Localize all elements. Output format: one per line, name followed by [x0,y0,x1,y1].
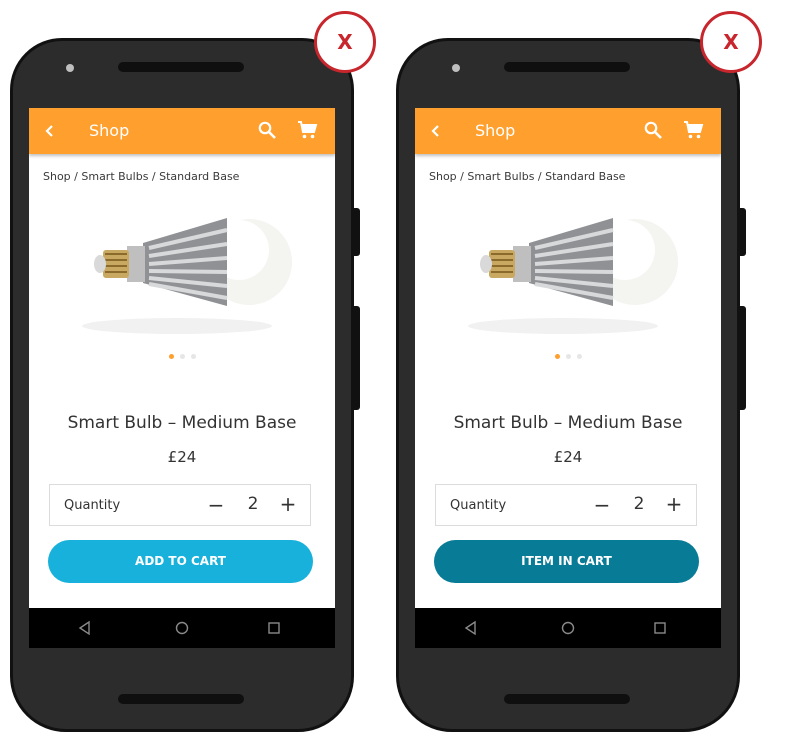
light-bulb-image [468,218,678,334]
app-bar-title: Shop [89,121,130,140]
back-triangle-icon[interactable] [77,620,93,636]
light-bulb-image [82,218,292,334]
app-bar: Shop [415,108,721,154]
increment-button[interactable]: + [278,493,298,515]
quantity-stepper: Quantity − 2 + [49,484,311,526]
speaker-grille [504,62,630,72]
close-button[interactable]: X [700,11,762,73]
android-nav-bar [29,608,335,648]
decrement-button[interactable]: − [592,494,612,516]
product-price: £24 [167,448,197,466]
product-name: Smart Bulb – Medium Base [67,413,297,433]
phone-side-button [354,208,360,256]
shopping-cart-icon[interactable] [683,120,705,140]
increment-button[interactable]: + [664,493,684,515]
quantity-value: 2 [247,494,259,514]
speaker-grille [504,694,630,704]
recents-square-icon[interactable] [652,620,668,636]
home-circle-icon[interactable] [174,620,190,636]
quantity-stepper: Quantity − 2 + [435,484,697,526]
item-in-cart-button[interactable]: ITEM IN CART [434,540,699,583]
camera-icon [452,64,460,72]
back-triangle-icon[interactable] [463,620,479,636]
camera-icon [66,64,74,72]
app-screen: Shop Shop / Smart Bulbs / Standard Base [29,108,335,648]
phone-side-button [354,306,360,410]
carousel-dot[interactable] [566,354,571,359]
chevron-left-icon[interactable] [427,119,443,143]
speaker-grille [118,694,244,704]
android-nav-bar [415,608,721,648]
product-name: Smart Bulb – Medium Base [453,413,683,433]
product-price: £24 [553,448,583,466]
carousel-dot-active[interactable] [555,354,560,359]
carousel-dot[interactable] [577,354,582,359]
search-icon[interactable] [643,120,663,140]
speaker-grille [118,62,244,72]
app-screen: Shop Shop / Smart Bulbs / Standard Base [415,108,721,648]
carousel-dot[interactable] [191,354,196,359]
breadcrumb[interactable]: Shop / Smart Bulbs / Standard Base [429,170,625,183]
app-bar-title: Shop [475,121,516,140]
carousel-dot[interactable] [180,354,185,359]
add-to-cart-button[interactable]: ADD TO CART [48,540,313,583]
app-bar: Shop [29,108,335,154]
quantity-label: Quantity [64,498,121,513]
phone-side-button [740,208,746,256]
chevron-left-icon[interactable] [41,119,57,143]
carousel-dot-active[interactable] [169,354,174,359]
search-icon[interactable] [257,120,277,140]
recents-square-icon[interactable] [266,620,282,636]
home-circle-icon[interactable] [560,620,576,636]
quantity-value: 2 [633,494,645,514]
breadcrumb[interactable]: Shop / Smart Bulbs / Standard Base [43,170,239,183]
quantity-label: Quantity [450,498,507,513]
close-button[interactable]: X [314,11,376,73]
phone-side-button [740,306,746,410]
shopping-cart-icon[interactable] [297,120,319,140]
phone-mockup-left: Shop Shop / Smart Bulbs / Standard Base [10,38,360,732]
phone-mockup-right: Shop Shop / Smart Bulbs / Standard Base [396,38,746,732]
decrement-button[interactable]: − [206,494,226,516]
